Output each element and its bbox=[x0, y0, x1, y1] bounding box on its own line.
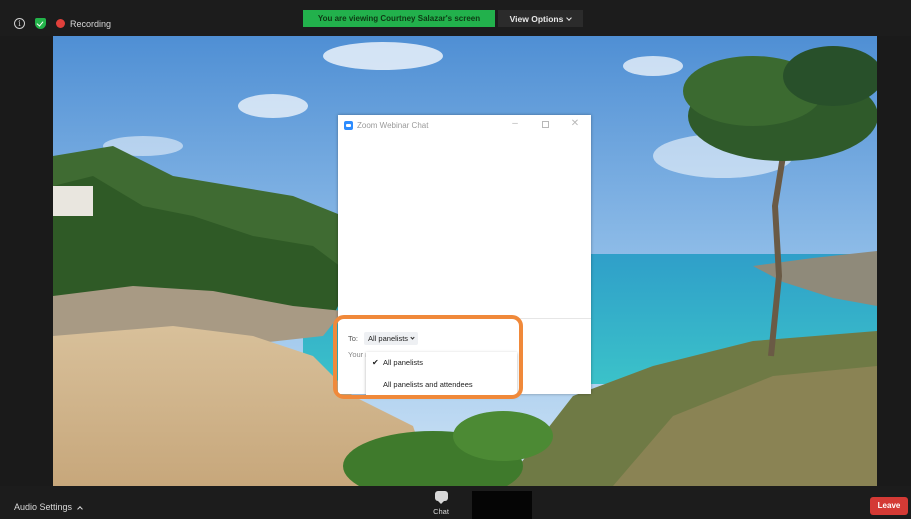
chat-divider bbox=[338, 318, 591, 319]
chat-window-title: Zoom Webinar Chat bbox=[357, 120, 429, 130]
chevron-up-icon bbox=[77, 505, 83, 512]
top-toolbar: i Recording You are viewing Courtney Sal… bbox=[0, 0, 911, 36]
chevron-down-icon bbox=[410, 335, 415, 340]
audio-settings-button[interactable]: Audio Settings bbox=[14, 502, 83, 512]
dropdown-option-label: All panelists bbox=[383, 357, 424, 367]
recording-indicator[interactable]: Recording bbox=[56, 19, 111, 29]
view-options-button[interactable]: View Options bbox=[498, 10, 583, 27]
checkmark-icon: ✔ bbox=[372, 357, 379, 367]
dropdown-option-label: All panelists and attendees bbox=[383, 379, 473, 389]
shield-check-icon[interactable] bbox=[35, 18, 46, 29]
chat-bubble-icon bbox=[434, 491, 448, 504]
close-icon[interactable]: ✕ bbox=[569, 118, 581, 131]
recording-label: Recording bbox=[70, 18, 112, 29]
self-video-thumbnail[interactable] bbox=[472, 491, 532, 519]
meeting-status-group: i Recording bbox=[14, 18, 111, 29]
audio-settings-label: Audio Settings bbox=[14, 502, 73, 512]
chat-titlebar[interactable]: Zoom Webinar Chat – ✕ bbox=[338, 115, 591, 135]
chevron-down-icon bbox=[566, 14, 573, 21]
leave-button[interactable]: Leave bbox=[870, 497, 908, 515]
chat-button[interactable]: Chat bbox=[425, 491, 457, 519]
info-icon[interactable]: i bbox=[14, 18, 25, 29]
maximize-icon[interactable] bbox=[539, 118, 551, 131]
dropdown-option-all-panelists-and-attendees[interactable]: All panelists and attendees bbox=[366, 374, 517, 394]
dropdown-option-all-panelists[interactable]: ✔ All panelists bbox=[366, 352, 517, 372]
viewing-screen-banner: You are viewing Courtney Salazar's scree… bbox=[303, 10, 495, 27]
window-controls: – ✕ bbox=[509, 118, 581, 131]
recipient-selected-value: All panelists bbox=[368, 334, 409, 343]
to-label: To: bbox=[348, 334, 359, 343]
minimize-icon[interactable]: – bbox=[509, 118, 521, 131]
record-icon bbox=[56, 19, 65, 28]
recipient-row: To: All panelists bbox=[348, 332, 419, 345]
zoom-logo-icon bbox=[344, 120, 353, 130]
recipient-select[interactable]: All panelists bbox=[364, 332, 419, 345]
message-input[interactable]: Your message here... bbox=[348, 350, 368, 359]
bottom-toolbar: Audio Settings Chat bbox=[0, 486, 911, 519]
view-options-label: View Options bbox=[509, 13, 564, 24]
chat-button-label: Chat bbox=[433, 507, 449, 516]
recipient-dropdown-menu: ✔ All panelists All panelists and attend… bbox=[366, 352, 517, 396]
